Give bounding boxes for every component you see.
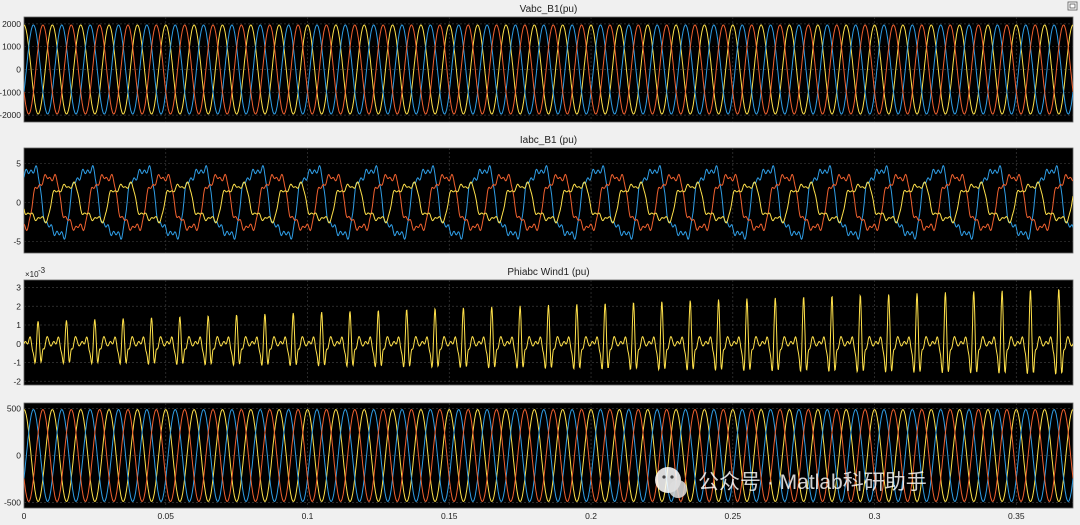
y-tick-label: 0 — [16, 197, 21, 207]
x-tick-label: 0.05 — [157, 511, 174, 521]
x-tick-label: 0.15 — [441, 511, 458, 521]
y-exponent-value: -3 — [38, 266, 46, 275]
y-tick-label: -2000 — [0, 110, 21, 120]
y-tick-label: 0 — [16, 65, 21, 75]
axes-2: 5 0 -5 Iabc_B1 (pu) — [13, 135, 1074, 254]
y-tick-label: 0 — [16, 451, 21, 461]
y-exponent-label: ×10 — [25, 270, 39, 279]
axes-3: 3 2 1 0 -1 -2 Phiabc Wind1 (pu) ×10 -3 — [13, 266, 1074, 386]
y-tick-label: -1000 — [0, 87, 21, 97]
restore-axes-icon[interactable] — [1067, 1, 1078, 11]
y-tick-label: 2000 — [2, 19, 21, 29]
x-tick-label: 0 — [22, 511, 27, 521]
y-tick-label: -2 — [13, 376, 21, 386]
axes-1: 2000 1000 0 -1000 -2000 Vabc_B1(pu) — [0, 4, 1074, 123]
axes-4: 5000-5000 0.05 0.1 0.15 0.2 0.25 0.3 0.35 — [4, 402, 1074, 521]
axes-title: Phiabc Wind1 (pu) — [507, 267, 589, 278]
x-tick-label: 0.2 — [585, 511, 597, 521]
y-tick-label: 500 — [7, 404, 21, 414]
x-tick-label: 0.35 — [1008, 511, 1025, 521]
axes-title: Iabc_B1 (pu) — [520, 135, 577, 146]
y-tick-label: -1 — [13, 358, 21, 368]
y-tick-label: 0 — [16, 339, 21, 349]
x-tick-label: 0.25 — [725, 511, 742, 521]
y-tick-label: 1 — [16, 320, 21, 330]
y-tick-label: 3 — [16, 283, 21, 293]
y-tick-label: 5 — [16, 159, 21, 169]
scope-figure: 200010000-1000-2000Vabc_B1(pu)50-5Iabc_B… — [0, 0, 1080, 525]
y-tick-label: 2 — [16, 301, 21, 311]
axes-title: Vabc_B1(pu) — [520, 4, 578, 15]
x-tick-label: 0.3 — [869, 511, 881, 521]
watermark-text: 公众号 · Matlab科研助手 — [698, 471, 927, 494]
y-tick-label: 1000 — [2, 42, 21, 52]
y-tick-label: -500 — [4, 497, 21, 507]
x-tick-label: 0.1 — [302, 511, 314, 521]
y-tick-label: -5 — [13, 236, 21, 246]
